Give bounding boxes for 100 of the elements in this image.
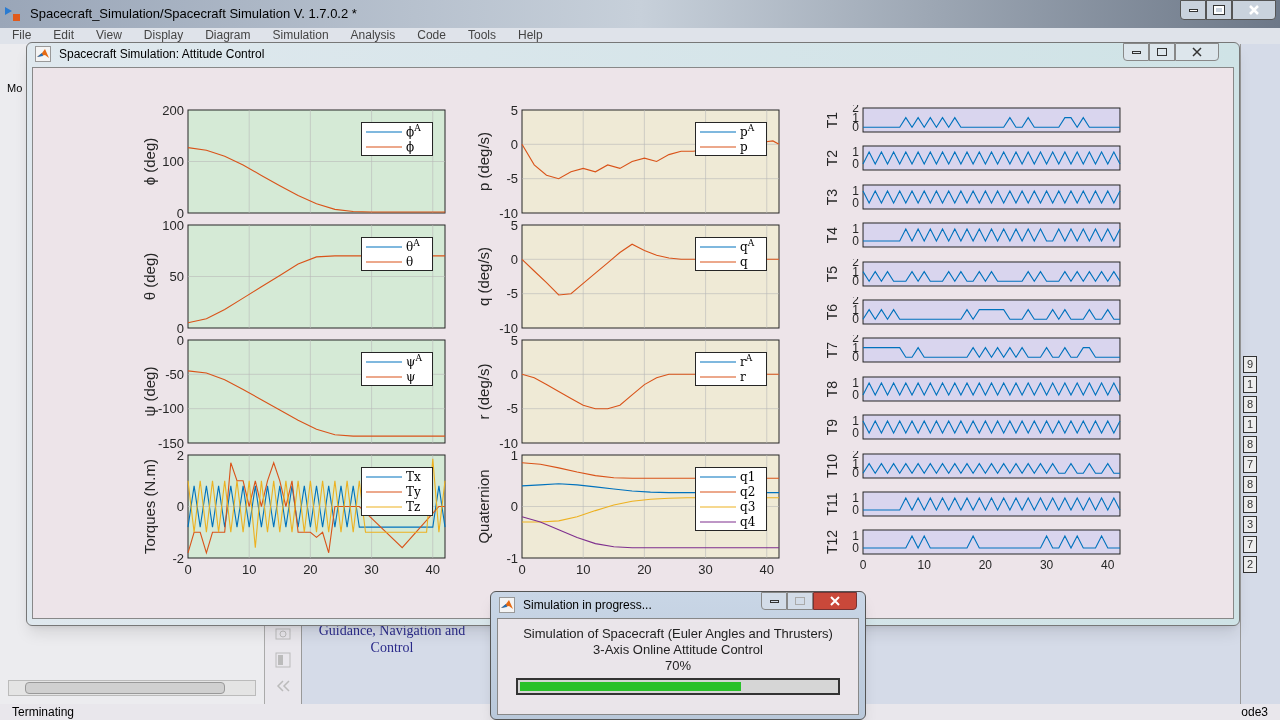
menu-item[interactable]: Help — [517, 28, 543, 42]
side-button[interactable]: 8 — [1243, 436, 1257, 453]
side-button[interactable]: 9 — [1243, 356, 1257, 373]
x-tick-label: 10 — [917, 558, 931, 573]
y-tick-label: -50 — [165, 366, 184, 382]
window-title: Spacecraft_Simulation/Spacecraft Simulation V. 1.7.0.2 * — [30, 5, 357, 24]
menu-item[interactable]: Simulation — [272, 28, 329, 42]
legend-line-icon — [700, 359, 736, 364]
y-tick-label: -5 — [506, 171, 518, 187]
y-tick-label: 0 — [510, 251, 518, 267]
y-tick-label: -10 — [499, 320, 518, 335]
side-button[interactable]: 1 — [1243, 416, 1257, 433]
maximize-button[interactable] — [1149, 43, 1175, 61]
minimize-button[interactable] — [1180, 0, 1206, 20]
menu-item[interactable]: Display — [143, 28, 184, 42]
side-button[interactable]: 2 — [1243, 556, 1257, 573]
y-tick-label: -5 — [506, 286, 518, 302]
legend-label: q — [740, 254, 749, 269]
dialog-message: Simulation of Spacecraft (Euler Angles and Thrusters) — [523, 626, 833, 642]
side-button[interactable]: 3 — [1243, 516, 1257, 533]
matlab-icon — [499, 597, 515, 613]
x-tick-label: 30 — [1039, 558, 1054, 573]
x-tick-label: 0 — [518, 562, 526, 577]
y-axis-label: p (deg/s) — [475, 131, 492, 192]
menu-item[interactable]: Tools — [467, 28, 496, 42]
y-axis-label: ϕ (deg) — [141, 137, 158, 186]
legend-label: q1 — [740, 469, 757, 484]
y-tick-label: 1 — [852, 222, 860, 237]
x-tick-label: 0 — [859, 558, 867, 573]
y-axis-label: T1 — [824, 111, 841, 129]
side-button[interactable]: 7 — [1243, 456, 1257, 473]
y-tick-label: 1 — [852, 184, 860, 198]
legend-label: θ$^{A}$ — [406, 239, 421, 254]
close-icon — [830, 596, 840, 606]
legend-line-icon — [700, 519, 736, 524]
legend-label: q3 — [740, 499, 757, 514]
legend-label: q$^{A}$ — [740, 239, 756, 254]
legend-label: ϕ — [406, 139, 416, 154]
y-axis-label: T10 — [824, 453, 841, 478]
legend-line-icon — [366, 144, 402, 149]
x-tick-label: 20 — [978, 558, 993, 573]
legend-label: p$^{A}$ — [740, 124, 756, 139]
y-tick-label: -10 — [499, 435, 518, 450]
menu-item[interactable]: View — [96, 28, 122, 42]
minimize-button[interactable] — [1123, 43, 1149, 61]
menu-item[interactable]: Diagram — [205, 28, 251, 42]
legend-line-icon — [366, 359, 402, 364]
y-axis-label: T6 — [824, 303, 841, 321]
y-tick-label: 2 — [176, 450, 184, 463]
y-axis-label: T4 — [824, 227, 841, 244]
y-tick-label: 50 — [169, 269, 184, 285]
legend-label: r$^{A}$ — [740, 354, 754, 369]
legend-label: θ — [406, 254, 415, 269]
y-tick-label: 1 — [852, 145, 860, 160]
y-tick-label: 100 — [162, 220, 184, 233]
y-tick-label: 0 — [852, 426, 860, 441]
legend-label: ψ — [406, 369, 417, 384]
legend-line-icon — [366, 374, 402, 379]
y-tick-label: 5 — [510, 220, 518, 233]
legend-line-icon — [700, 129, 736, 134]
legend-label: ψ$^{A}$ — [406, 354, 423, 369]
close-button[interactable] — [1232, 0, 1276, 20]
close-button[interactable] — [813, 592, 857, 610]
figure-window-title: Spacecraft Simulation: Attitude Control — [59, 46, 265, 63]
side-button[interactable]: 1 — [1243, 376, 1257, 393]
side-button[interactable]: 8 — [1243, 396, 1257, 413]
side-button[interactable]: 8 — [1243, 496, 1257, 513]
y-tick-label: 5 — [510, 105, 518, 118]
menu-item[interactable]: Edit — [53, 28, 75, 42]
y-tick-label: 200 — [162, 105, 184, 118]
side-button[interactable]: 7 — [1243, 536, 1257, 553]
legend-label: q4 — [740, 514, 757, 529]
y-tick-label: -5 — [506, 401, 518, 417]
y-tick-label: 0 — [176, 499, 184, 515]
legend-line-icon — [366, 474, 402, 479]
x-tick-label: 30 — [698, 562, 713, 577]
y-tick-label: 1 — [852, 491, 860, 506]
y-tick-label: 1 — [852, 529, 859, 544]
horizontal-scrollbar[interactable] — [8, 680, 256, 696]
dialog-message: 3-Axis Online Attitude Control — [593, 642, 763, 658]
x-tick-label: 20 — [303, 562, 318, 577]
y-tick-label: 0 — [852, 312, 860, 327]
y-axis-label: T7 — [824, 342, 841, 359]
menu-item[interactable]: File — [12, 28, 32, 42]
y-tick-label: 0 — [852, 234, 860, 249]
y-tick-label: 1 — [852, 414, 860, 429]
maximize-button[interactable] — [1206, 0, 1232, 20]
legend-line-icon — [700, 489, 736, 494]
menu-item[interactable]: Analysis — [350, 28, 396, 42]
y-axis-label: T9 — [824, 418, 841, 436]
side-button[interactable]: 8 — [1243, 476, 1257, 493]
tab[interactable]: Mo — [7, 80, 23, 97]
legend-line-icon — [366, 489, 402, 494]
y-tick-label: 0 — [852, 503, 860, 518]
y-axis-label: Quaternion — [475, 469, 492, 544]
y-tick-label: -150 — [157, 435, 184, 450]
legend-label: Tx — [406, 469, 422, 484]
menu-item[interactable]: Code — [417, 28, 446, 42]
y-axis-label: q (deg/s) — [475, 246, 492, 307]
minimize-button[interactable] — [761, 592, 787, 610]
